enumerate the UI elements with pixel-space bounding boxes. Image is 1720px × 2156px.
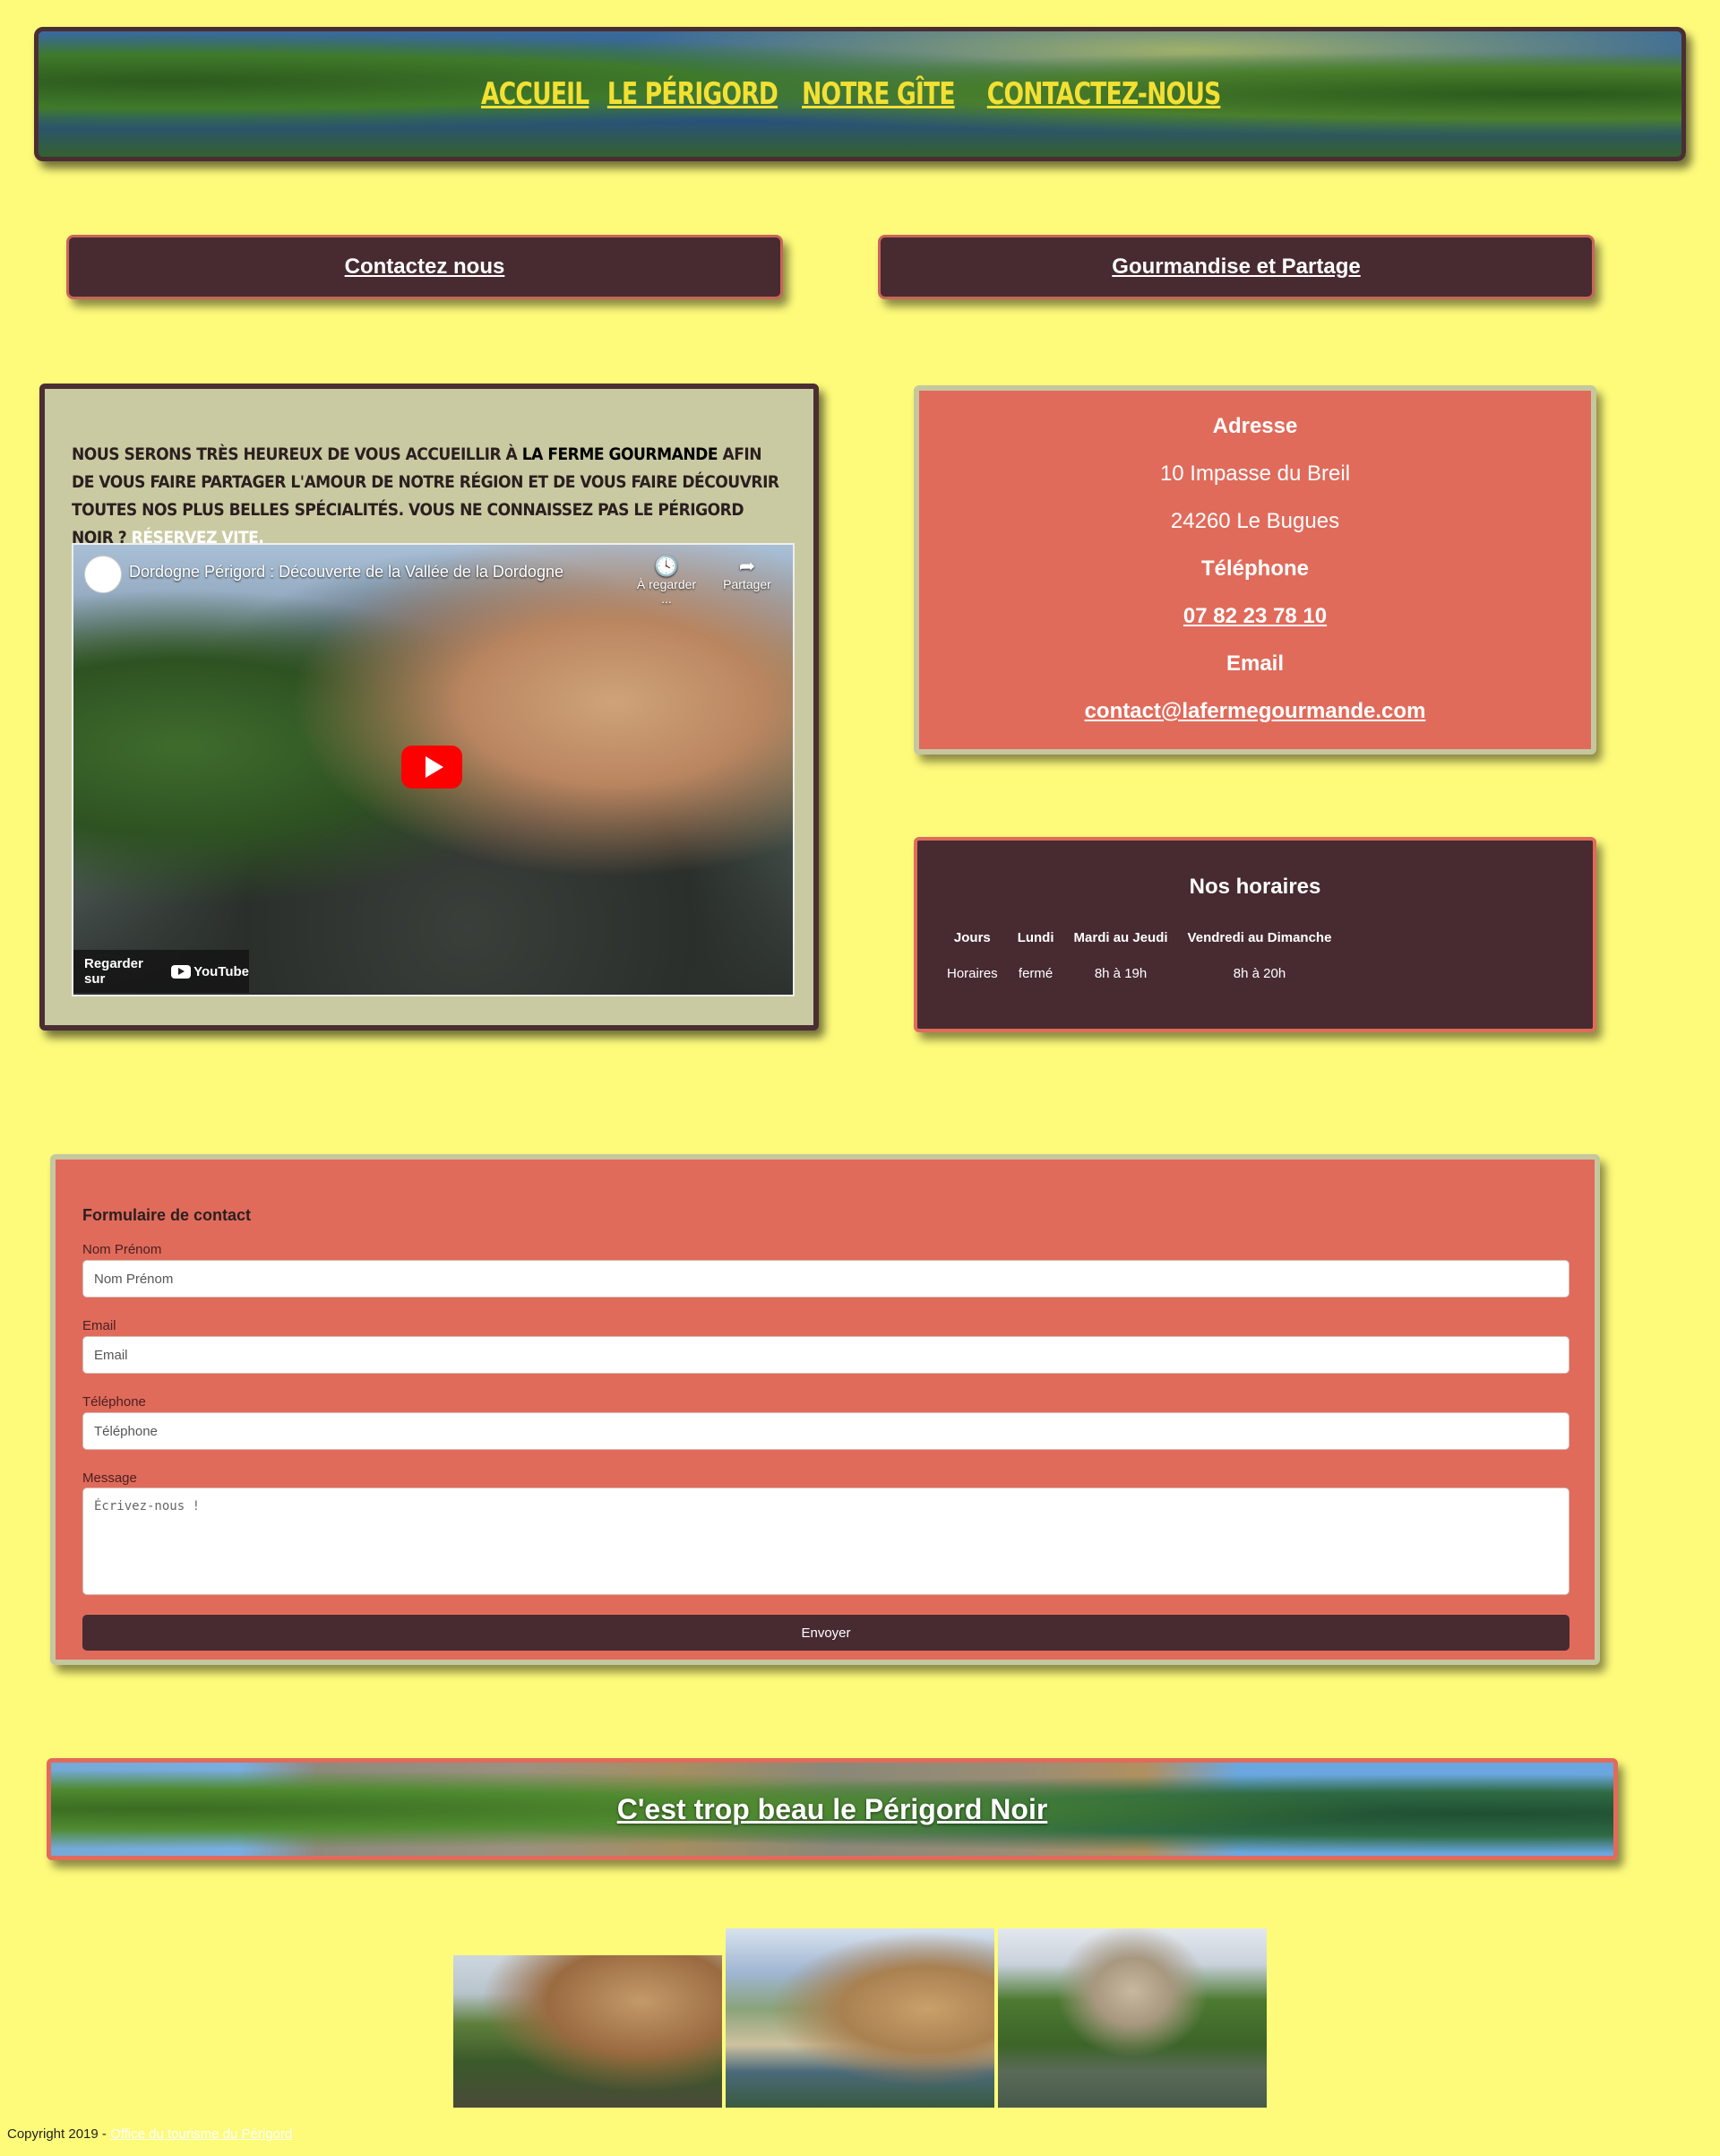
email-input[interactable]: Email: [82, 1336, 1570, 1374]
watch-on-youtube-button[interactable]: Regarder sur YouTube: [73, 950, 249, 993]
watch-later-button[interactable]: 🕓 À regarder ...: [635, 555, 698, 607]
name-label: Nom Prénom: [82, 1242, 162, 1257]
share-button[interactable]: ➦ Partager: [716, 555, 778, 592]
gourmandise-button[interactable]: Gourmandise et Partage: [878, 235, 1595, 299]
welcome-text-part1: Nous serons très heureux de vous accueil…: [72, 444, 522, 464]
clock-icon: 🕓: [654, 555, 679, 577]
hours-header-row: Jours Lundi Mardi au Jeudi Vendredi au D…: [937, 921, 1341, 953]
welcome-text: Nous serons très heureux de vous accueil…: [72, 441, 779, 552]
nav-notre-gite[interactable]: Notre gîte: [802, 76, 955, 112]
name-input[interactable]: Nom Prénom: [82, 1260, 1570, 1298]
hours-header-cell: Lundi: [1017, 929, 1054, 945]
copyright-text: Copyright 2019 -: [7, 2126, 111, 2142]
hours-title: Nos horaires: [1189, 875, 1321, 899]
phone-input[interactable]: Téléphone: [82, 1412, 1570, 1450]
email-label: Email: [1226, 651, 1285, 676]
hours-cell: 8h à 20h: [1233, 965, 1286, 981]
watch-on-label: Regarder sur: [84, 956, 143, 987]
youtube-video-embed[interactable]: Dordogne Périgord : Découverte de la Val…: [72, 543, 795, 996]
contact-button[interactable]: Contactez nous: [66, 235, 783, 299]
message-textarea[interactable]: Écrivez-nous !: [82, 1488, 1570, 1595]
brand-name: La Ferme Gourmande: [521, 444, 718, 464]
office-tourisme-link[interactable]: Office du tourisme du Périgord: [110, 2126, 292, 2142]
main-nav: Accueil Le Périgord Notre gîte Contactez…: [481, 76, 1237, 112]
address-panel: Adresse 10 Impasse du Breil 24260 Le Bug…: [914, 385, 1596, 755]
phone-field-label: Téléphone: [82, 1394, 146, 1410]
submit-button[interactable]: Envoyer: [82, 1615, 1570, 1651]
share-icon: ➦: [738, 555, 756, 577]
channel-logo[interactable]: [84, 556, 122, 593]
video-title[interactable]: Dordogne Périgord : Découverte de la Val…: [129, 563, 563, 582]
contact-form: Formulaire de contact Nom Prénom Nom Pré…: [50, 1154, 1600, 1665]
watch-later-label: À regarder ...: [636, 577, 697, 606]
address-city: 24260 Le Bugues: [1170, 509, 1340, 533]
nav-contactez-nous[interactable]: Contactez-nous: [987, 76, 1221, 112]
hours-cell: 8h à 19h: [1094, 965, 1148, 981]
hours-table: Jours Lundi Mardi au Jeudi Vendredi au D…: [937, 921, 1341, 993]
gallery-photo-village-river: [726, 1928, 994, 2108]
play-icon: [425, 756, 443, 778]
form-legend: Formulaire de contact: [82, 1206, 252, 1224]
address-label: Adresse: [1212, 414, 1298, 438]
hours-header-cell: Vendredi au Dimanche: [1187, 929, 1332, 945]
banner-link[interactable]: C'est trop beau le Périgord Noir: [617, 1793, 1048, 1826]
email-link[interactable]: contact@lafermegourmande.com: [1085, 699, 1426, 723]
header-banner: Accueil Le Périgord Notre gîte Contactez…: [34, 27, 1686, 161]
hours-header-cell: Jours: [953, 929, 991, 945]
address-street: 10 Impasse du Breil: [1159, 461, 1351, 486]
hours-cell: fermé: [1018, 965, 1054, 981]
message-label: Message: [82, 1470, 137, 1486]
youtube-wordmark: YouTube: [194, 963, 249, 979]
youtube-logo: YouTube: [171, 964, 249, 979]
email-field-label: Email: [82, 1318, 116, 1333]
nav-le-perigord[interactable]: Le Périgord: [607, 76, 778, 112]
play-button[interactable]: [401, 746, 462, 789]
phone-link[interactable]: 07 82 23 78 10: [1183, 604, 1327, 628]
footer: Copyright 2019 - Office du tourisme du P…: [7, 2126, 292, 2142]
share-label: Partager: [723, 577, 771, 591]
gallery-photo-castle-river: [998, 1928, 1267, 2108]
hours-cell: Horaires: [947, 965, 998, 981]
hours-header-cell: Mardi au Jeudi: [1073, 929, 1168, 945]
youtube-icon: [171, 964, 192, 979]
perigord-banner: C'est trop beau le Périgord Noir: [47, 1758, 1618, 1860]
hours-row: Horaires fermé 8h à 19h 8h à 20h: [937, 953, 1341, 993]
phone-label: Téléphone: [1200, 556, 1309, 581]
welcome-panel: Nous serons très heureux de vous accueil…: [39, 384, 819, 1031]
nav-accueil[interactable]: Accueil: [481, 76, 589, 112]
gallery-photo-cliff-house: [453, 1955, 722, 2108]
hours-panel: Nos horaires Jours Lundi Mardi au Jeudi …: [914, 837, 1596, 1032]
